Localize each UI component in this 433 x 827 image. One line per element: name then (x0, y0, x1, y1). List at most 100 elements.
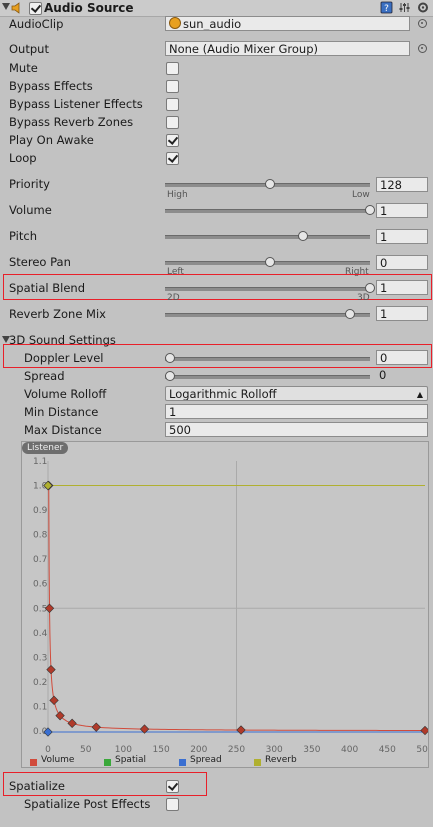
output-picker-icon[interactable] (418, 44, 427, 53)
spread-slider-track[interactable] (165, 375, 370, 379)
audio-file-icon (169, 17, 181, 29)
rolloff-graph[interactable]: 1.1 1.0 0.9 0.8 0.7 0.6 0.5 0.4 0.3 0.2 0.1 0.0 0 50 1… (21, 441, 429, 768)
priority-min-label: High (167, 190, 188, 200)
volume-curve-key[interactable] (236, 725, 246, 735)
bypass-reverb-zones-label: Bypass Reverb Zones (9, 115, 134, 129)
dropdown-arrow-icon: ▲︎ (416, 390, 423, 399)
doppler-level-slider-track[interactable] (165, 357, 370, 361)
legend-volume-swatch (30, 759, 37, 766)
min-distance-label: Min Distance (24, 405, 99, 419)
loop-checkbox[interactable] (166, 152, 179, 165)
bypass-effects-label: Bypass Effects (9, 79, 93, 93)
max-distance-input[interactable]: 500 (165, 422, 428, 437)
x-tick-label: 450 (379, 745, 396, 755)
y-tick-label: 1.1 (33, 457, 47, 467)
y-tick-label: 0.2 (33, 678, 47, 688)
min-distance-input[interactable]: 1 (165, 404, 428, 419)
play-on-awake-checkbox[interactable] (166, 134, 179, 147)
x-tick-label: 400 (341, 745, 358, 755)
bypass-listener-effects-checkbox[interactable] (166, 98, 179, 111)
volume-slider-track[interactable] (165, 209, 370, 213)
x-tick-label: 300 (266, 745, 283, 755)
spatialize-post-effects-checkbox[interactable] (166, 798, 179, 811)
listener-badge: Listener (22, 442, 69, 454)
reverb-zone-mix-label: Reverb Zone Mix (9, 307, 106, 321)
x-tick-label: 0 (45, 745, 51, 755)
stereo-pan-slider-thumb[interactable] (265, 257, 275, 267)
volume-slider-thumb[interactable] (365, 205, 375, 215)
doppler-level-slider-thumb[interactable] (165, 353, 175, 363)
legend-spatial-swatch (104, 759, 111, 766)
stereo-pan-input[interactable]: 0 (376, 255, 428, 270)
y-tick-label: 0.8 (33, 531, 48, 541)
preset-sliders-icon[interactable] (398, 1, 411, 14)
x-tick-label: 100 (115, 745, 132, 755)
doppler-level-input[interactable]: 0 (376, 350, 428, 365)
x-tick-label: 200 (190, 745, 207, 755)
priority-label: Priority (9, 177, 50, 191)
audio-clip-value: sun_audio (183, 17, 242, 31)
bypass-reverb-zones-checkbox[interactable] (166, 116, 179, 129)
priority-slider-thumb[interactable] (265, 179, 275, 189)
spatialize-post-effects-label: Spatialize Post Effects (24, 797, 151, 811)
play-on-awake-label: Play On Awake (9, 133, 94, 147)
foldout-arrow-icon[interactable] (2, 3, 10, 10)
reverb-zone-mix-slider-thumb[interactable] (345, 309, 355, 319)
bypass-listener-effects-label: Bypass Listener Effects (9, 97, 143, 111)
settings-gear-icon[interactable] (416, 1, 430, 14)
reverb-zone-mix-slider-track[interactable] (165, 313, 370, 317)
spatial-blend-slider-track[interactable] (165, 287, 370, 291)
volume-curve-key[interactable] (67, 718, 77, 728)
spatial-blend-slider-thumb[interactable] (365, 283, 375, 293)
bypass-effects-checkbox[interactable] (166, 80, 179, 93)
volume-label: Volume (9, 203, 52, 217)
audio-clip-field[interactable]: sun_audio (165, 16, 410, 31)
reverb-zone-mix-input[interactable]: 1 (376, 306, 428, 321)
volume-curve-key[interactable] (91, 722, 101, 732)
y-tick-label: 0.1 (33, 702, 47, 712)
mute-label: Mute (9, 61, 38, 75)
pitch-slider-track[interactable] (165, 235, 370, 239)
rolloff-curve-canvas[interactable]: 1.11.00.90.80.70.60.50.40.30.20.10.00 50 1… (22, 442, 428, 767)
audio-clip-label: AudioClip (9, 17, 64, 31)
doppler-level-label: Doppler Level (24, 351, 104, 365)
x-tick-label: 50 (80, 745, 92, 755)
pitch-label: Pitch (9, 229, 37, 243)
spread-slider-thumb[interactable] (165, 371, 175, 381)
spatial-blend-input[interactable]: 1 (376, 280, 428, 295)
volume-curve-key[interactable] (49, 695, 59, 705)
component-title: Audio Source (44, 1, 134, 15)
pitch-slider-thumb[interactable] (298, 231, 309, 241)
spread-label: Spread (24, 369, 65, 383)
volume-input[interactable]: 1 (376, 203, 428, 218)
legend-spatial-label: Spatial (115, 755, 146, 765)
legend-reverb-swatch (254, 759, 261, 766)
legend-spread-label: Spread (190, 755, 222, 765)
volume-rolloff-value: Logarithmic Rolloff (169, 387, 277, 401)
y-tick-label: 0.7 (33, 555, 47, 565)
spatialize-checkbox[interactable] (166, 780, 179, 793)
y-tick-label: 0.4 (33, 629, 48, 639)
spatial-blend-max-label: 3D (357, 293, 370, 303)
component-enabled-checkbox[interactable] (29, 2, 42, 15)
speaker-icon (11, 2, 20, 14)
mute-checkbox[interactable] (166, 62, 179, 75)
volume-curve-key[interactable] (420, 725, 428, 736)
y-tick-label: 0.6 (33, 580, 48, 590)
stereo-pan-label: Stereo Pan (9, 255, 71, 269)
volume-rolloff-dropdown[interactable]: Logarithmic Rolloff ▲︎ (165, 386, 428, 401)
spread-input[interactable]: 0 (376, 368, 428, 383)
y-tick-label: 0.3 (33, 653, 47, 663)
max-distance-label: Max Distance (24, 423, 102, 437)
pitch-input[interactable]: 1 (376, 229, 428, 244)
x-tick-label: 350 (303, 745, 320, 755)
object-picker-icon[interactable] (418, 19, 427, 28)
spatial-blend-min-label: 2D (167, 293, 180, 303)
legend-reverb-label: Reverb (265, 755, 297, 765)
loop-label: Loop (9, 151, 37, 165)
help-book-icon[interactable]: ? (380, 1, 393, 14)
x-tick-label: 250 (228, 745, 245, 755)
priority-input[interactable]: 128 (376, 177, 428, 192)
spatialize-label: Spatialize (9, 779, 65, 793)
output-field[interactable]: None (Audio Mixer Group) (165, 41, 410, 56)
